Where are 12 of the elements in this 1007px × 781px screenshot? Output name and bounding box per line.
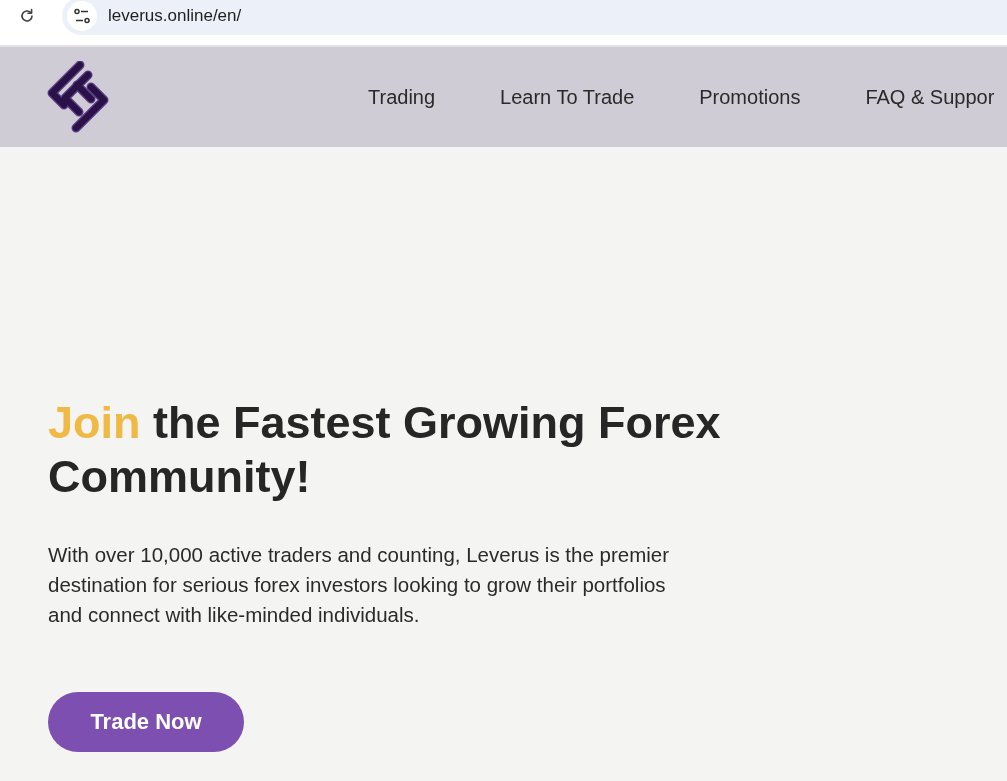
address-bar[interactable]: leverus.online/en/ xyxy=(62,0,1007,35)
url-text: leverus.online/en/ xyxy=(108,6,242,26)
nav-link[interactable]: FAQ & Suppor xyxy=(865,85,995,109)
site-settings-icon[interactable] xyxy=(67,1,97,31)
hero-paragraph: With over 10,000 active traders and counting, Leverus is the premier destination for serious forex investors looking to grow their portfolios and connect with like-minded individuals. xyxy=(48,542,671,628)
trade-now-button[interactable]: Trade Now xyxy=(48,692,244,752)
nav-link[interactable]: Trading xyxy=(368,85,436,109)
reload-icon[interactable] xyxy=(19,8,35,24)
nav-link[interactable]: Learn To Trade xyxy=(500,85,635,109)
nav-link[interactable]: Promotions xyxy=(699,85,801,109)
logo-icon[interactable] xyxy=(47,61,109,133)
hero-headline: Join the Fastest Growing Forex Community! xyxy=(48,396,722,504)
